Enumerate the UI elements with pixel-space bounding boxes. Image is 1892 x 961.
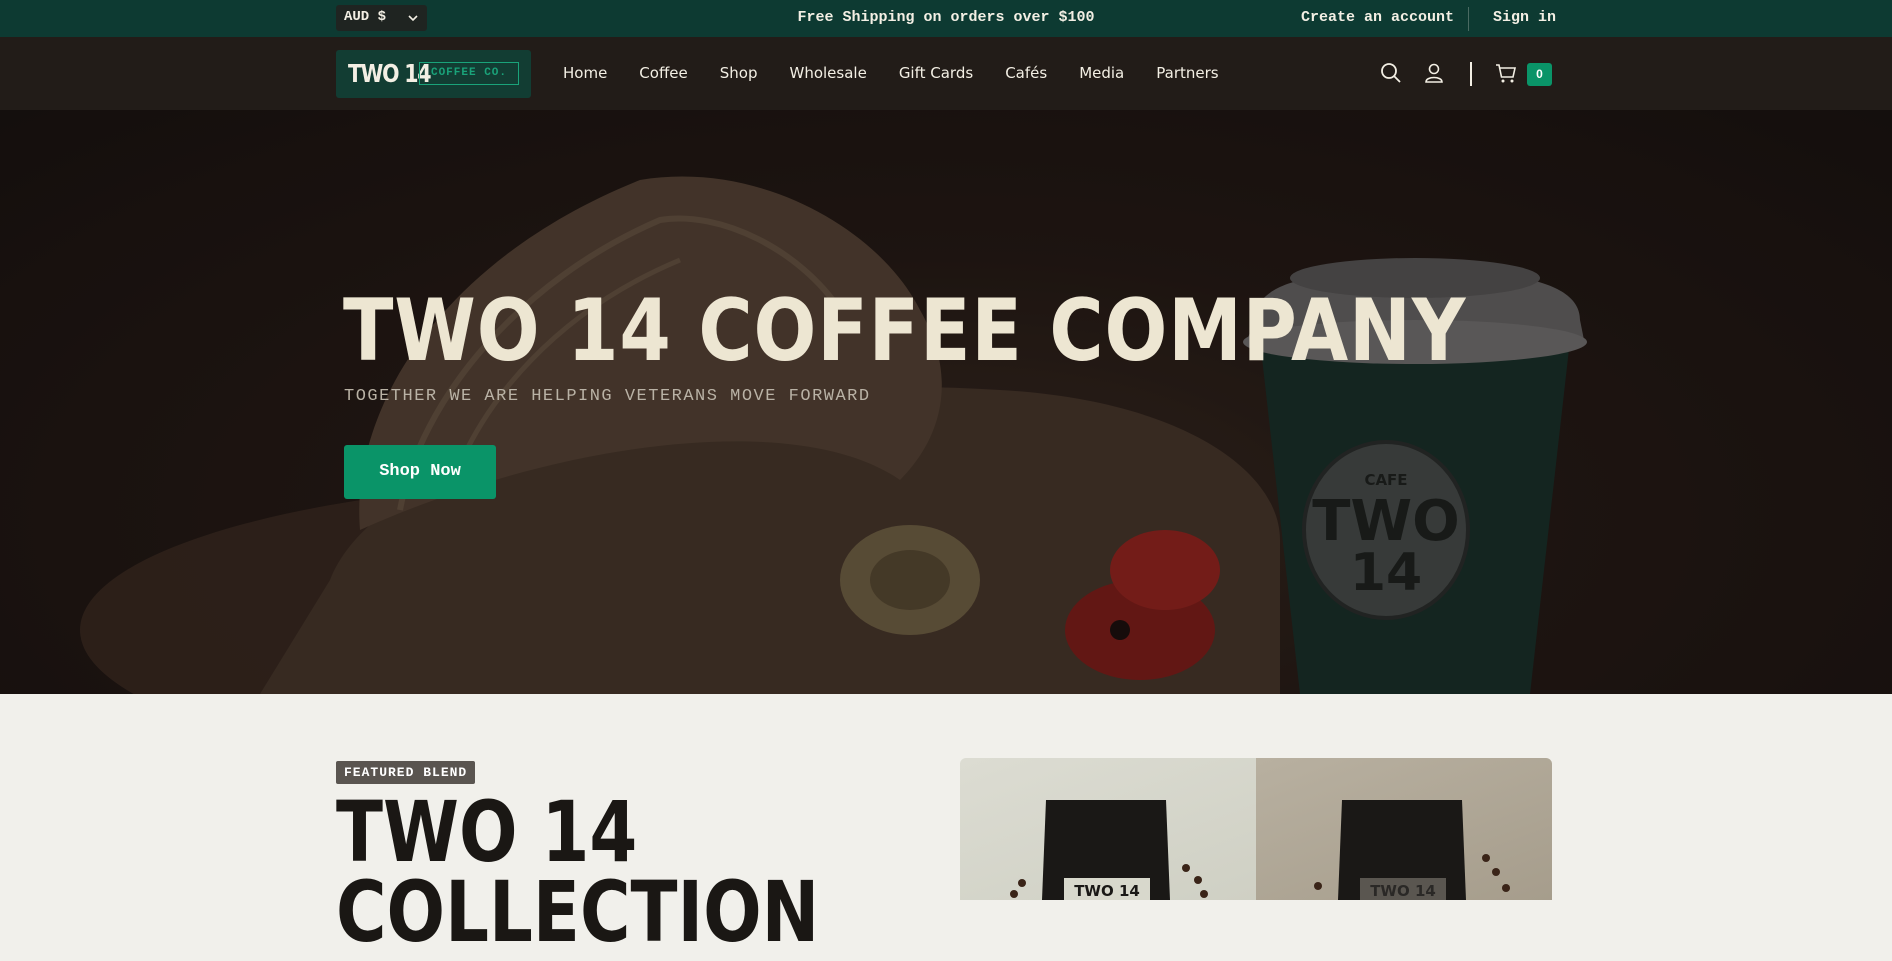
nav-partners[interactable]: Partners: [1156, 64, 1218, 82]
bag-label-left: TWO 14: [1074, 882, 1140, 900]
account-icon[interactable]: [1422, 61, 1446, 85]
create-account-link[interactable]: Create an account: [1301, 9, 1454, 26]
divider: [1470, 62, 1472, 86]
product-photo-right: TWO 14: [1256, 758, 1552, 900]
nav-coffee[interactable]: Coffee: [639, 64, 687, 82]
site-header: TWO 14 COFFEE CO. Home Coffee Shop Whole…: [0, 37, 1892, 110]
shop-now-button[interactable]: Shop Now: [344, 445, 496, 499]
main-nav: Home Coffee Shop Wholesale Gift Cards Ca…: [563, 64, 1251, 82]
featured-title-line1: TWO 14: [336, 783, 638, 881]
free-shipping-message: Free Shipping on orders over $100: [797, 9, 1095, 26]
hero-subtitle: TOGETHER WE ARE HELPING VETERANS MOVE FO…: [344, 387, 871, 406]
nav-gift-cards[interactable]: Gift Cards: [899, 64, 973, 82]
logo-wordmark: TWO 14: [348, 59, 432, 88]
cart-icon[interactable]: [1494, 61, 1518, 85]
featured-product-image[interactable]: TWO 14 TWO 14: [960, 758, 1552, 900]
announcement-bar: AUD $ Free Shipping on orders over $100 …: [0, 0, 1892, 37]
nav-cafes[interactable]: Cafés: [1005, 64, 1047, 82]
featured-title: TWO 14 COLLECTION: [336, 783, 820, 961]
bag-label-right: TWO 14: [1370, 882, 1436, 900]
sign-in-link[interactable]: Sign in: [1493, 9, 1556, 26]
site-logo[interactable]: TWO 14 COFFEE CO.: [336, 50, 531, 98]
search-icon[interactable]: [1379, 61, 1403, 85]
nav-wholesale[interactable]: Wholesale: [789, 64, 866, 82]
nav-media[interactable]: Media: [1079, 64, 1124, 82]
hero-banner: CAFE TWO 14 TWO 14 COFFEE COMPANY TOGETH…: [0, 110, 1892, 694]
logo-tagline: COFFEE CO.: [419, 62, 519, 85]
hero-background-image: CAFE TWO 14: [0, 110, 1892, 694]
coffee-bag-left: TWO 14: [1010, 800, 1208, 900]
featured-section: FEATURED BLEND TWO 14 COLLECTION TWO 14 …: [0, 694, 1892, 954]
nav-home[interactable]: Home: [563, 64, 607, 82]
divider: [1468, 7, 1469, 31]
nav-shop[interactable]: Shop: [720, 64, 758, 82]
cart-count-badge[interactable]: 0: [1527, 63, 1552, 86]
featured-title-line2: COLLECTION: [336, 863, 820, 961]
product-photo-left: TWO 14: [960, 758, 1256, 900]
featured-badge: FEATURED BLEND: [336, 761, 476, 784]
coffee-bag-right: TWO 14: [1314, 800, 1510, 900]
hero-title: TWO 14 COFFEE COMPANY: [343, 281, 1467, 381]
